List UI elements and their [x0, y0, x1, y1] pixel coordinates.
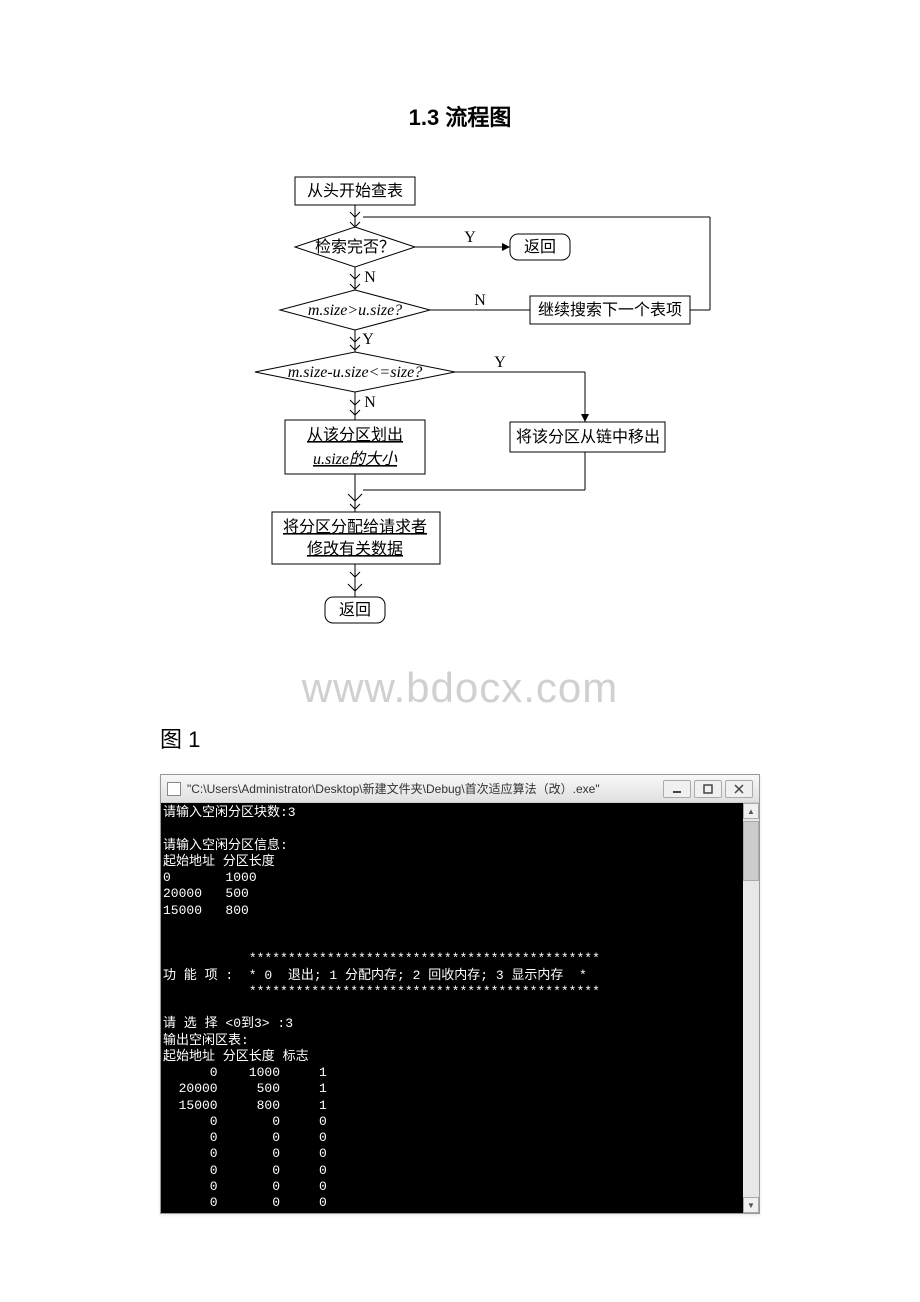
title-bar: "C:\Users\Administrator\Desktop\新建文件夹\De… [161, 775, 759, 803]
svg-text:m.size-u.size<=size?: m.size-u.size<=size? [288, 364, 422, 381]
svg-text:修改有关数据: 修改有关数据 [307, 540, 403, 558]
svg-text:检索完否？: 检索完否？ [315, 238, 395, 256]
terminal-window: "C:\Users\Administrator\Desktop\新建文件夹\De… [160, 774, 760, 1214]
svg-text:N: N [364, 269, 376, 286]
svg-text:将该分区从链中移出: 将该分区从链中移出 [516, 428, 660, 446]
svg-text:u.size的大小: u.size的大小 [313, 450, 398, 468]
section-title: 1.3 流程图 [50, 100, 870, 132]
minimize-icon [672, 784, 682, 794]
svg-text:返回: 返回 [339, 601, 371, 619]
window-title: "C:\Users\Administrator\Desktop\新建文件夹\De… [187, 780, 657, 797]
svg-text:Y: Y [494, 354, 506, 371]
svg-text:N: N [364, 394, 376, 411]
scroll-thumb[interactable] [743, 821, 759, 881]
minimize-button[interactable] [663, 780, 691, 798]
svg-text:m.size>u.size?: m.size>u.size? [308, 302, 402, 319]
app-icon [167, 782, 181, 796]
terminal-output: 请输入空闲分区块数:3 请输入空闲分区信息: 起始地址 分区长度 0 1000 … [161, 803, 743, 1213]
close-button[interactable] [725, 780, 753, 798]
svg-text:将分区分配给请求者: 将分区分配给请求者 [283, 518, 427, 536]
svg-text:Y: Y [362, 331, 374, 348]
maximize-icon [703, 784, 713, 794]
scroll-up-icon[interactable]: ▲ [743, 803, 759, 819]
svg-text:从头开始查表: 从头开始查表 [307, 182, 403, 200]
scrollbar[interactable]: ▲ ▼ [743, 803, 759, 1213]
flowchart: 从头开始查表 检索完否？ Y 返回 N m.size>u.size? N 继续搜… [50, 172, 870, 692]
window-controls [663, 780, 753, 798]
svg-text:返回: 返回 [524, 238, 556, 256]
scroll-down-icon[interactable]: ▼ [743, 1197, 759, 1213]
svg-text:Y: Y [464, 229, 476, 246]
svg-text:N: N [474, 292, 486, 309]
maximize-button[interactable] [694, 780, 722, 798]
figure-label: 图 1 [160, 722, 870, 754]
svg-text:从该分区划出: 从该分区划出 [307, 426, 403, 444]
svg-text:继续搜索下一个表项: 继续搜索下一个表项 [538, 301, 682, 319]
close-icon [734, 784, 744, 794]
scroll-track[interactable] [743, 819, 759, 1197]
